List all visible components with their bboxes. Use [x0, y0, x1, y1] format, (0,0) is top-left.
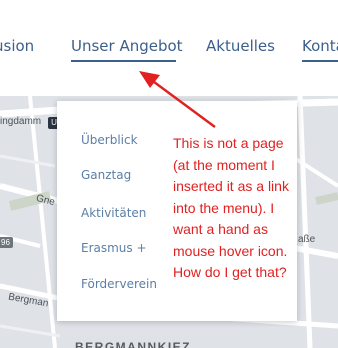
- annotation-note: This is not a page (at the moment I inse…: [173, 133, 338, 284]
- submenu-item-foerderverein[interactable]: Förderverein: [81, 277, 157, 291]
- nav-item-kontakt[interactable]: Konta: [302, 37, 338, 55]
- annotation-line: How do I get that?: [173, 264, 287, 280]
- road-number-badge: 96: [0, 237, 13, 248]
- nav-item-inclusion[interactable]: usion: [0, 37, 34, 55]
- annotation-line: want a hand as: [173, 221, 268, 237]
- nav-item-unser-angebot[interactable]: Unser Angebot: [71, 37, 183, 55]
- map-label-street: ingdamm: [0, 116, 42, 127]
- submenu-item-erasmus[interactable]: Erasmus +: [81, 241, 147, 255]
- contact-nav-underline: [302, 60, 338, 62]
- annotation-line: inserted it as a link: [173, 178, 289, 194]
- annotation-line: (at the moment I: [173, 156, 275, 173]
- submenu-item-ganztag[interactable]: Ganztag: [81, 168, 131, 182]
- annotation-line: into the menu). I: [173, 199, 275, 216]
- annotation-line: This is not a page: [173, 135, 284, 151]
- nav-item-aktuelles[interactable]: Aktuelles: [206, 37, 275, 55]
- map-label-district: BERGMANNKIEZ: [75, 340, 191, 348]
- submenu-item-aktivitaeten[interactable]: Aktivitäten: [81, 206, 146, 220]
- main-navigation: usion Unser Angebot Aktuelles Konta: [0, 0, 338, 96]
- active-nav-underline: [71, 60, 176, 62]
- submenu-item-ueberblick[interactable]: Überblick: [81, 133, 138, 147]
- annotation-line: mouse hover icon.: [173, 242, 288, 259]
